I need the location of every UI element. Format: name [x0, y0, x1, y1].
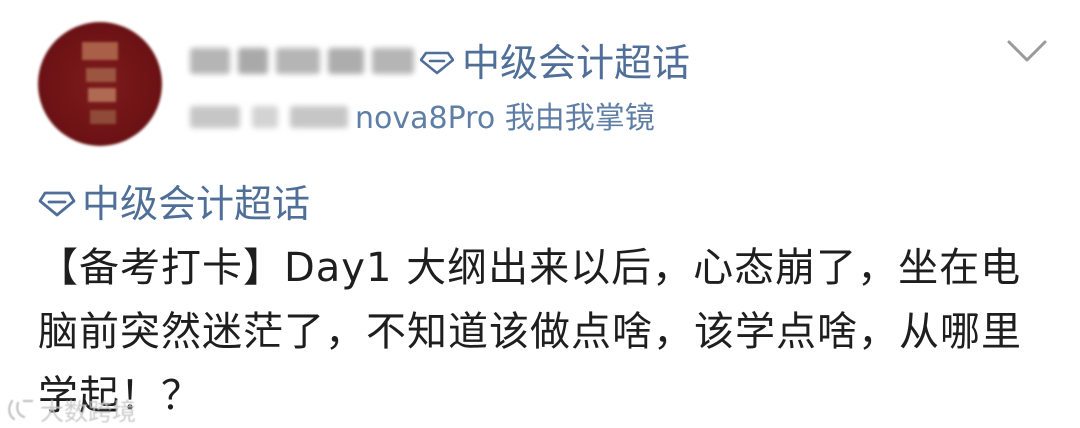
post-source-device[interactable]: nova8Pro 我由我掌镜	[355, 98, 655, 140]
watermark-logo-icon	[8, 399, 34, 420]
weibo-post-card: 中级会计超话 nova8Pro 我由我掌镜 中级会计超话 【备考打卡】Day1 …	[0, 0, 1080, 428]
supertopic-link-header[interactable]: 中级会计超话	[420, 38, 690, 88]
diamond-icon	[420, 51, 454, 75]
supertopic-name: 中级会计超话	[462, 41, 691, 85]
post-body-text: 【备考打卡】Day1 大纲出来以后，心态崩了，坐在电脑前突然迷茫了，不知道该做点…	[38, 245, 1022, 419]
supertopic-tag-link[interactable]: 中级会计超话	[38, 178, 310, 230]
avatar-pixel	[90, 110, 116, 124]
avatar[interactable]	[38, 22, 162, 146]
diamond-icon	[38, 191, 76, 217]
avatar-pixel	[82, 42, 118, 60]
chevron-down-icon[interactable]	[1005, 36, 1049, 66]
avatar-pixel	[88, 88, 116, 102]
post-meta-blurred	[190, 100, 358, 136]
avatar-pixel	[86, 68, 116, 82]
topic-tag-label: 中级会计超话	[82, 182, 311, 226]
watermark: 大数跨境	[6, 392, 136, 427]
watermark-text: 大数跨境	[40, 398, 136, 426]
username-blurred[interactable]	[190, 40, 420, 84]
